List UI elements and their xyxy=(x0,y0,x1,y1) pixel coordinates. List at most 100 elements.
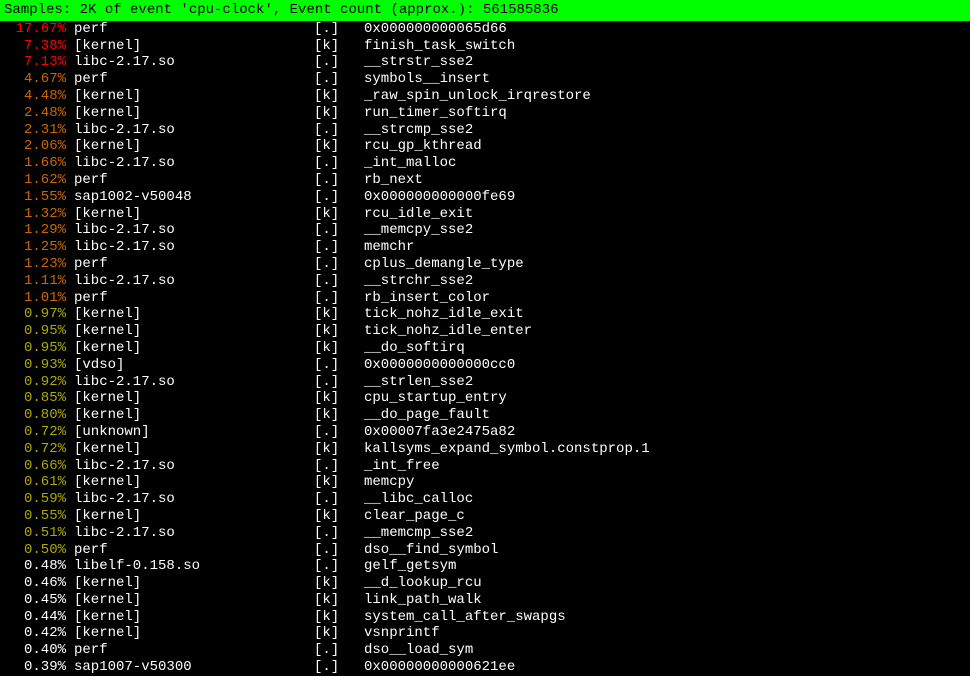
perf-row[interactable]: 0.66%libc-2.17.so[.]_int_free xyxy=(0,458,970,475)
mode-indicator: [.] xyxy=(314,256,364,273)
object-name: [kernel] xyxy=(74,340,314,357)
mode-indicator: [.] xyxy=(314,424,364,441)
perf-row[interactable]: 0.61%[kernel][k]memcpy xyxy=(0,474,970,491)
perf-row[interactable]: 1.62%perf[.]rb_next xyxy=(0,172,970,189)
percent-value: 4.48% xyxy=(4,88,74,105)
perf-row[interactable]: 0.55%[kernel][k]clear_page_c xyxy=(0,508,970,525)
percent-value: 0.42% xyxy=(4,625,74,642)
percent-value: 0.59% xyxy=(4,491,74,508)
perf-row[interactable]: 0.45%[kernel][k]link_path_walk xyxy=(0,592,970,609)
perf-row[interactable]: 2.31%libc-2.17.so[.]__strcmp_sse2 xyxy=(0,122,970,139)
perf-row[interactable]: 0.85%[kernel][k]cpu_startup_entry xyxy=(0,390,970,407)
mode-indicator: [.] xyxy=(314,642,364,659)
perf-row[interactable]: 0.51%libc-2.17.so[.]__memcmp_sse2 xyxy=(0,525,970,542)
object-name: [kernel] xyxy=(74,206,314,223)
perf-row[interactable]: 4.48%[kernel][k]_raw_spin_unlock_irqrest… xyxy=(0,88,970,105)
perf-row[interactable]: 17.67%perf[.]0x000000000065d66 xyxy=(0,21,970,38)
object-name: [vdso] xyxy=(74,357,314,374)
perf-row[interactable]: 0.40%perf[.]dso__load_sym xyxy=(0,642,970,659)
perf-row[interactable]: 0.42%[kernel][k]vsnprintf xyxy=(0,625,970,642)
mode-indicator: [.] xyxy=(314,54,364,71)
perf-row[interactable]: 0.72%[kernel][k]kallsyms_expand_symbol.c… xyxy=(0,441,970,458)
symbol-name: memchr xyxy=(364,239,966,256)
perf-row[interactable]: 1.29%libc-2.17.so[.]__memcpy_sse2 xyxy=(0,222,970,239)
object-name: libelf-0.158.so xyxy=(74,558,314,575)
mode-indicator: [k] xyxy=(314,575,364,592)
perf-row[interactable]: 0.93%[vdso][.]0x0000000000000cc0 xyxy=(0,357,970,374)
perf-row[interactable]: 0.50%perf[.]dso__find_symbol xyxy=(0,542,970,559)
header-text: Samples: 2K of event 'cpu-clock', Event … xyxy=(4,2,559,18)
object-name: [kernel] xyxy=(74,407,314,424)
object-name: libc-2.17.so xyxy=(74,222,314,239)
object-name: libc-2.17.so xyxy=(74,239,314,256)
object-name: libc-2.17.so xyxy=(74,491,314,508)
perf-row[interactable]: 1.11%libc-2.17.so[.]__strchr_sse2 xyxy=(0,273,970,290)
perf-row[interactable]: 0.59%libc-2.17.so[.]__libc_calloc xyxy=(0,491,970,508)
perf-row[interactable]: 0.80%[kernel][k]__do_page_fault xyxy=(0,407,970,424)
symbol-name: _int_free xyxy=(364,458,966,475)
object-name: [kernel] xyxy=(74,625,314,642)
percent-value: 0.72% xyxy=(4,441,74,458)
object-name: libc-2.17.so xyxy=(74,54,314,71)
mode-indicator: [.] xyxy=(314,21,364,38)
mode-indicator: [.] xyxy=(314,458,364,475)
symbol-name: 0x000000000065d66 xyxy=(364,21,966,38)
percent-value: 1.29% xyxy=(4,222,74,239)
symbol-name: tick_nohz_idle_exit xyxy=(364,306,966,323)
mode-indicator: [k] xyxy=(314,390,364,407)
perf-row[interactable]: 0.48%libelf-0.158.so[.]gelf_getsym xyxy=(0,558,970,575)
symbol-name: __do_page_fault xyxy=(364,407,966,424)
perf-row[interactable]: 7.38%[kernel][k]finish_task_switch xyxy=(0,38,970,55)
percent-value: 1.01% xyxy=(4,290,74,307)
mode-indicator: [.] xyxy=(314,222,364,239)
object-name: perf xyxy=(74,256,314,273)
perf-row[interactable]: 1.23%perf[.]cplus_demangle_type xyxy=(0,256,970,273)
symbol-name: __strcmp_sse2 xyxy=(364,122,966,139)
perf-row[interactable]: 0.39%sap1007-v50300[.]0x00000000000621ee xyxy=(0,659,970,676)
symbol-name: __strstr_sse2 xyxy=(364,54,966,71)
object-name: perf xyxy=(74,290,314,307)
perf-row[interactable]: 2.06%[kernel][k]rcu_gp_kthread xyxy=(0,138,970,155)
mode-indicator: [k] xyxy=(314,474,364,491)
perf-row[interactable]: 2.48%[kernel][k]run_timer_softirq xyxy=(0,105,970,122)
perf-row[interactable]: 1.32%[kernel][k]rcu_idle_exit xyxy=(0,206,970,223)
perf-row[interactable]: 1.55%sap1002-v50048[.]0x000000000000fe69 xyxy=(0,189,970,206)
percent-value: 0.48% xyxy=(4,558,74,575)
symbol-name: __libc_calloc xyxy=(364,491,966,508)
symbol-name: cplus_demangle_type xyxy=(364,256,966,273)
symbol-name: rcu_idle_exit xyxy=(364,206,966,223)
perf-row[interactable]: 0.46%[kernel][k]__d_lookup_rcu xyxy=(0,575,970,592)
object-name: perf xyxy=(74,21,314,38)
perf-row[interactable]: 1.25%libc-2.17.so[.]memchr xyxy=(0,239,970,256)
perf-row[interactable]: 0.44%[kernel][k]system_call_after_swapgs xyxy=(0,609,970,626)
object-name: [kernel] xyxy=(74,508,314,525)
perf-row[interactable]: 0.97%[kernel][k]tick_nohz_idle_exit xyxy=(0,306,970,323)
percent-value: 0.61% xyxy=(4,474,74,491)
perf-row[interactable]: 0.95%[kernel][k]__do_softirq xyxy=(0,340,970,357)
symbol-name: finish_task_switch xyxy=(364,38,966,55)
symbol-name: __strchr_sse2 xyxy=(364,273,966,290)
mode-indicator: [.] xyxy=(314,155,364,172)
symbol-name: vsnprintf xyxy=(364,625,966,642)
object-name: libc-2.17.so xyxy=(74,155,314,172)
percent-value: 7.13% xyxy=(4,54,74,71)
symbol-name: clear_page_c xyxy=(364,508,966,525)
symbol-name: kallsyms_expand_symbol.constprop.1 xyxy=(364,441,966,458)
symbol-name: 0x000000000000fe69 xyxy=(364,189,966,206)
percent-value: 0.95% xyxy=(4,340,74,357)
perf-row[interactable]: 0.72%[unknown][.]0x00007fa3e2475a82 xyxy=(0,424,970,441)
percent-value: 1.11% xyxy=(4,273,74,290)
perf-row[interactable]: 1.01%perf[.]rb_insert_color xyxy=(0,290,970,307)
perf-row[interactable]: 0.92%libc-2.17.so[.]__strlen_sse2 xyxy=(0,374,970,391)
perf-row[interactable]: 4.67%perf[.]symbols__insert xyxy=(0,71,970,88)
object-name: perf xyxy=(74,71,314,88)
percent-value: 0.80% xyxy=(4,407,74,424)
percent-value: 0.92% xyxy=(4,374,74,391)
symbol-name: __d_lookup_rcu xyxy=(364,575,966,592)
mode-indicator: [k] xyxy=(314,592,364,609)
perf-row[interactable]: 1.66%libc-2.17.so[.]_int_malloc xyxy=(0,155,970,172)
object-name: libc-2.17.so xyxy=(74,525,314,542)
perf-row[interactable]: 7.13%libc-2.17.so[.]__strstr_sse2 xyxy=(0,54,970,71)
perf-row[interactable]: 0.95%[kernel][k]tick_nohz_idle_enter xyxy=(0,323,970,340)
object-name: libc-2.17.so xyxy=(74,122,314,139)
